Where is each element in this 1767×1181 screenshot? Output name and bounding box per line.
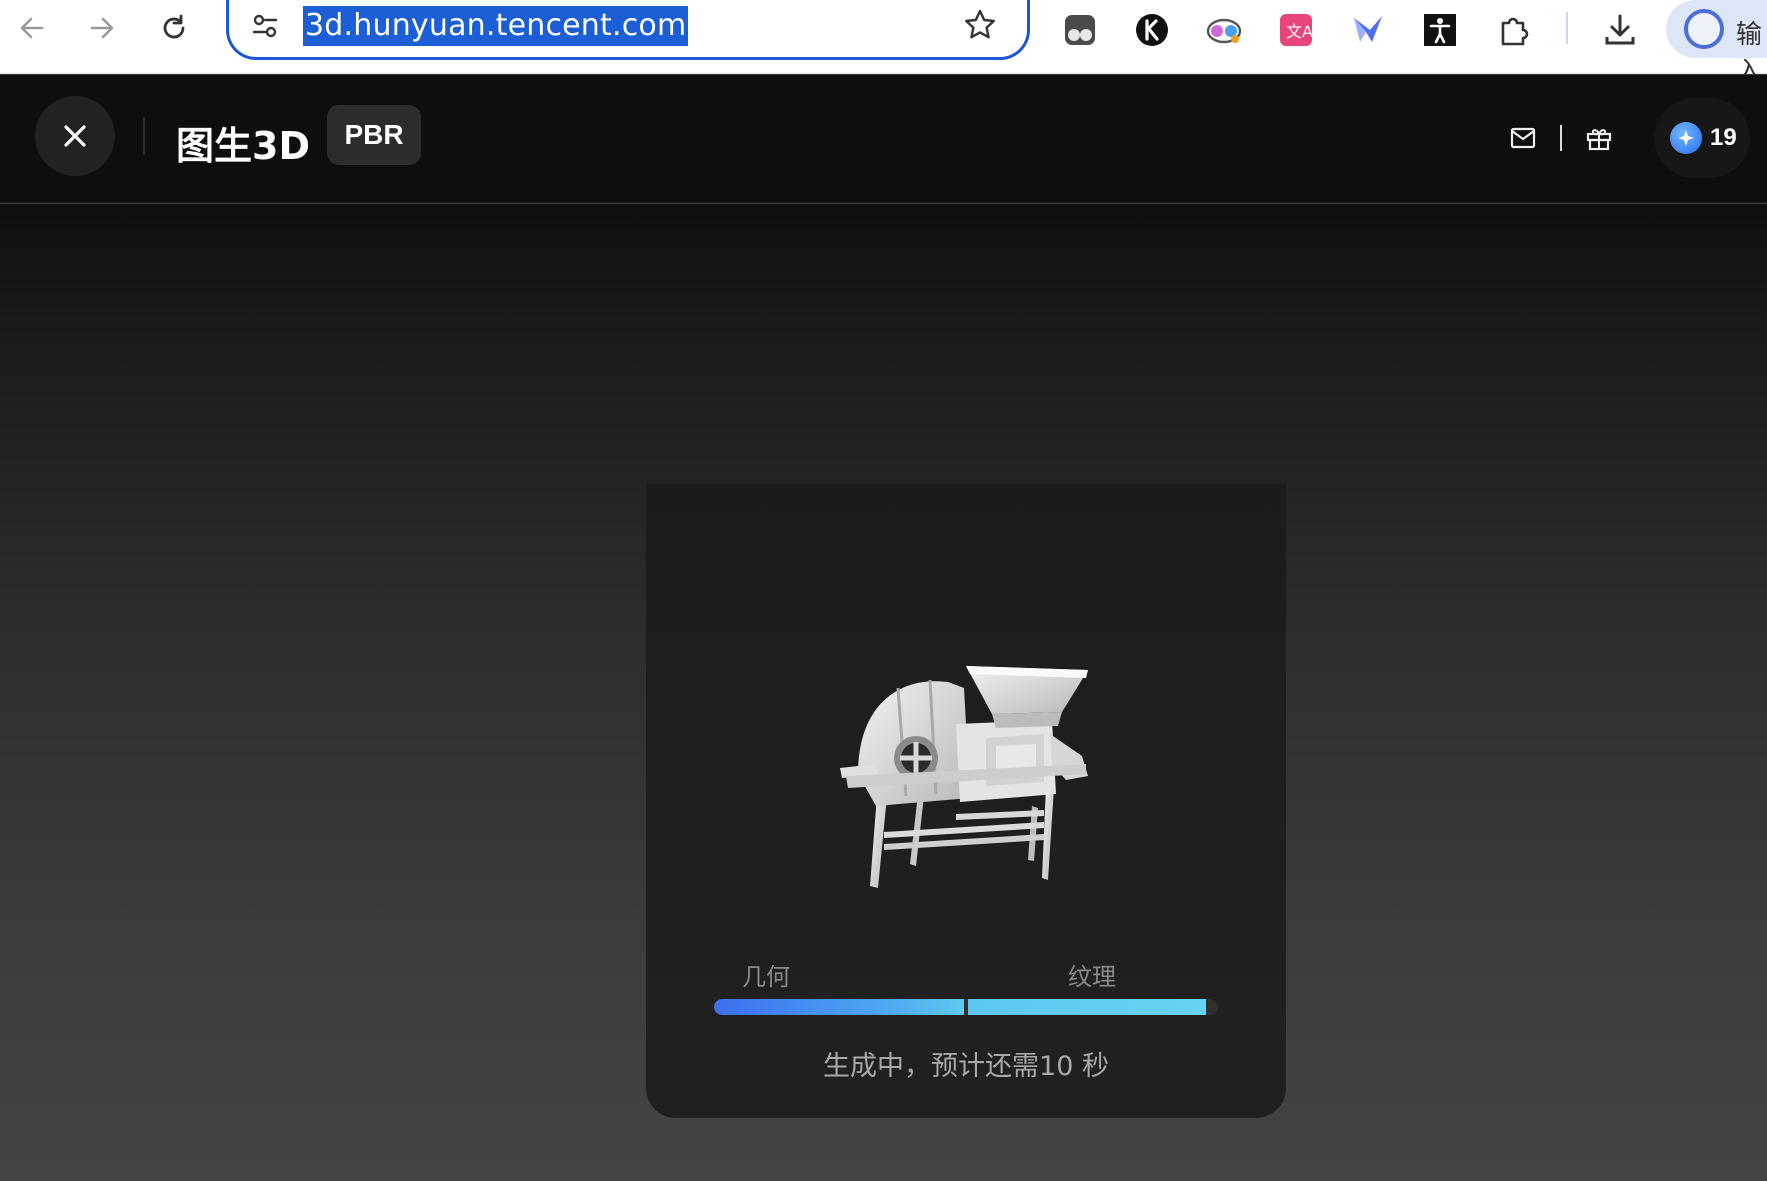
arrow-right-icon bbox=[90, 17, 114, 39]
avatar bbox=[1684, 9, 1724, 49]
progress-bar bbox=[714, 999, 1218, 1015]
url-text[interactable]: 3d.hunyuan.tencent.com bbox=[303, 6, 689, 46]
accessibility-extension-icon[interactable] bbox=[1418, 8, 1462, 52]
stage-label-texture: 纹理 bbox=[1068, 963, 1116, 991]
arrow-left-icon bbox=[20, 17, 44, 39]
close-button[interactable] bbox=[35, 96, 115, 176]
generation-status: 生成中，预计还需10 秒 bbox=[823, 1051, 1109, 1082]
tune-icon[interactable] bbox=[251, 12, 279, 45]
credits-counter[interactable]: 19 bbox=[1654, 98, 1750, 178]
star-icon[interactable] bbox=[963, 8, 997, 47]
puzzle-extensions-icon[interactable] bbox=[1492, 8, 1536, 52]
progress-geometry-fill bbox=[714, 999, 964, 1015]
forward-button[interactable] bbox=[82, 8, 122, 48]
progress-texture-fill bbox=[968, 999, 1206, 1015]
app-header: 图生3D PBR 19 bbox=[0, 75, 1767, 203]
back-button[interactable] bbox=[12, 8, 52, 48]
stage-label-geometry: 几何 bbox=[742, 963, 790, 991]
tampermonkey-icon[interactable] bbox=[1058, 8, 1102, 52]
download-icon[interactable] bbox=[1598, 8, 1642, 52]
goggles-extension-icon[interactable] bbox=[1202, 8, 1246, 52]
viewport-canvas: 几何 纹理 生成中，预计还需10 秒 bbox=[0, 204, 1767, 1181]
svg-text:文A: 文A bbox=[1286, 22, 1313, 41]
address-bar[interactable]: 3d.hunyuan.tencent.com bbox=[226, 0, 1030, 60]
gift-icon[interactable] bbox=[1584, 123, 1614, 153]
reload-icon bbox=[163, 14, 185, 39]
translate-extension-icon[interactable]: 文A bbox=[1274, 8, 1318, 52]
pbr-badge[interactable]: PBR bbox=[327, 105, 421, 165]
close-icon bbox=[64, 125, 86, 147]
model-preview bbox=[840, 666, 1088, 888]
credits-count: 19 bbox=[1710, 124, 1737, 151]
reload-button[interactable] bbox=[154, 8, 194, 48]
browser-toolbar: 3d.hunyuan.tencent.com 文A 输入 bbox=[0, 0, 1767, 87]
toolbar-separator bbox=[1566, 12, 1568, 44]
feishu-extension-icon[interactable] bbox=[1346, 8, 1390, 52]
sparkle-coin-icon bbox=[1670, 122, 1702, 154]
header-divider bbox=[143, 117, 145, 155]
profile-button[interactable]: 输入 bbox=[1666, 0, 1767, 87]
generation-card: 几何 纹理 生成中，预计还需10 秒 bbox=[646, 484, 1286, 1118]
mail-icon[interactable] bbox=[1508, 123, 1538, 153]
page-title: 图生3D bbox=[176, 124, 310, 168]
header-icon-separator bbox=[1560, 125, 1562, 151]
k-extension-icon[interactable] bbox=[1130, 8, 1174, 52]
